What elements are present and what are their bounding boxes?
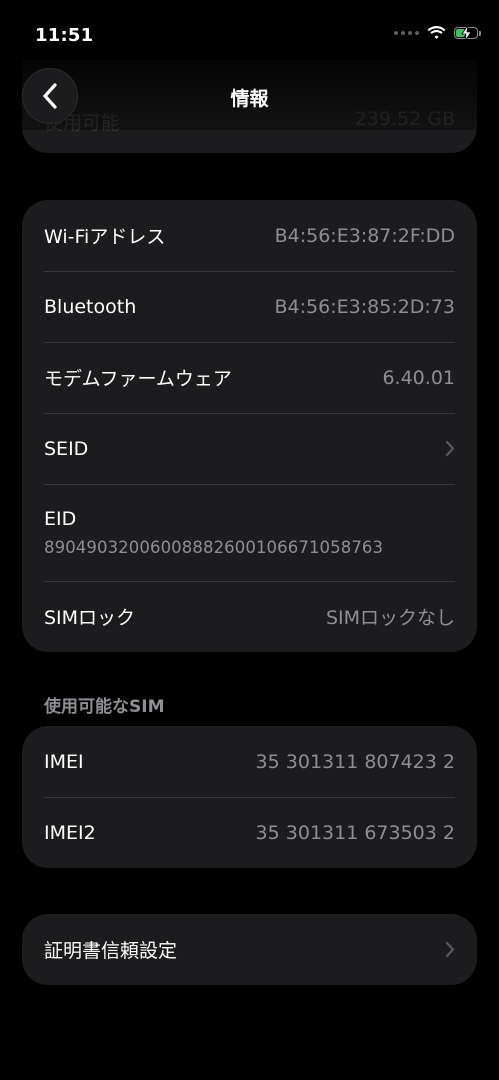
modem-firmware-label: モデムファームウェア [44,368,232,390]
sim-card: IMEI 35 301311 807423 2 IMEI2 35 301311 … [22,726,477,868]
modem-firmware-value: 6.40.01 [382,366,455,389]
eid-row[interactable]: EID 89049032006008882600106671058763 [22,484,477,581]
certificate-trust-card: 証明書信頼設定 [22,914,477,985]
page-title: 情報 [230,88,269,110]
wifi-address-value: B4:56:E3:87:2F:DD [274,224,455,247]
bluetooth-value: B4:56:E3:85:2D:73 [274,295,455,318]
sim-lock-value: SIMロックなし [325,607,455,629]
modem-firmware-row[interactable]: モデムファームウェア 6.40.01 [22,342,477,413]
bluetooth-label: Bluetooth [44,295,137,318]
imei2-value: 35 301311 673503 2 [255,821,455,844]
chevron-right-icon [445,440,455,457]
chevron-right-icon [445,941,455,958]
status-bar: 11:51 [0,0,499,60]
sim-lock-row[interactable]: SIMロック SIMロックなし [22,581,477,652]
seid-row[interactable]: SEID [22,413,477,484]
certificate-trust-settings-row[interactable]: 証明書信頼設定 [22,914,477,985]
seid-label: SEID [44,437,89,460]
certificate-trust-label: 証明書信頼設定 [44,940,178,962]
bluetooth-row[interactable]: Bluetooth B4:56:E3:85:2D:73 [22,271,477,342]
imei2-row[interactable]: IMEI2 35 301311 673503 2 [22,797,477,868]
imei2-label: IMEI2 [44,821,96,844]
battery-cap [479,30,481,36]
status-icons [394,25,481,41]
wifi-address-row[interactable]: Wi-Fiアドレス B4:56:E3:87:2F:DD [22,200,477,271]
imei-value: 35 301311 807423 2 [255,750,455,773]
eid-value: 89049032006008882600106671058763 [44,538,384,557]
available-sim-header: 使用可能なSIM [44,697,165,717]
sim-lock-label: SIMロック [44,607,136,629]
network-info-card: Wi-Fiアドレス B4:56:E3:87:2F:DD Bluetooth B4… [22,200,477,652]
eid-label: EID [44,508,77,530]
wifi-address-label: Wi-Fiアドレス [44,226,166,248]
battery-charging-icon [454,25,478,41]
cellular-dots-icon [394,31,419,35]
wifi-icon [427,26,446,39]
status-time: 11:51 [35,25,94,46]
imei-label: IMEI [44,750,84,773]
imei-row[interactable]: IMEI 35 301311 807423 2 [22,726,477,797]
